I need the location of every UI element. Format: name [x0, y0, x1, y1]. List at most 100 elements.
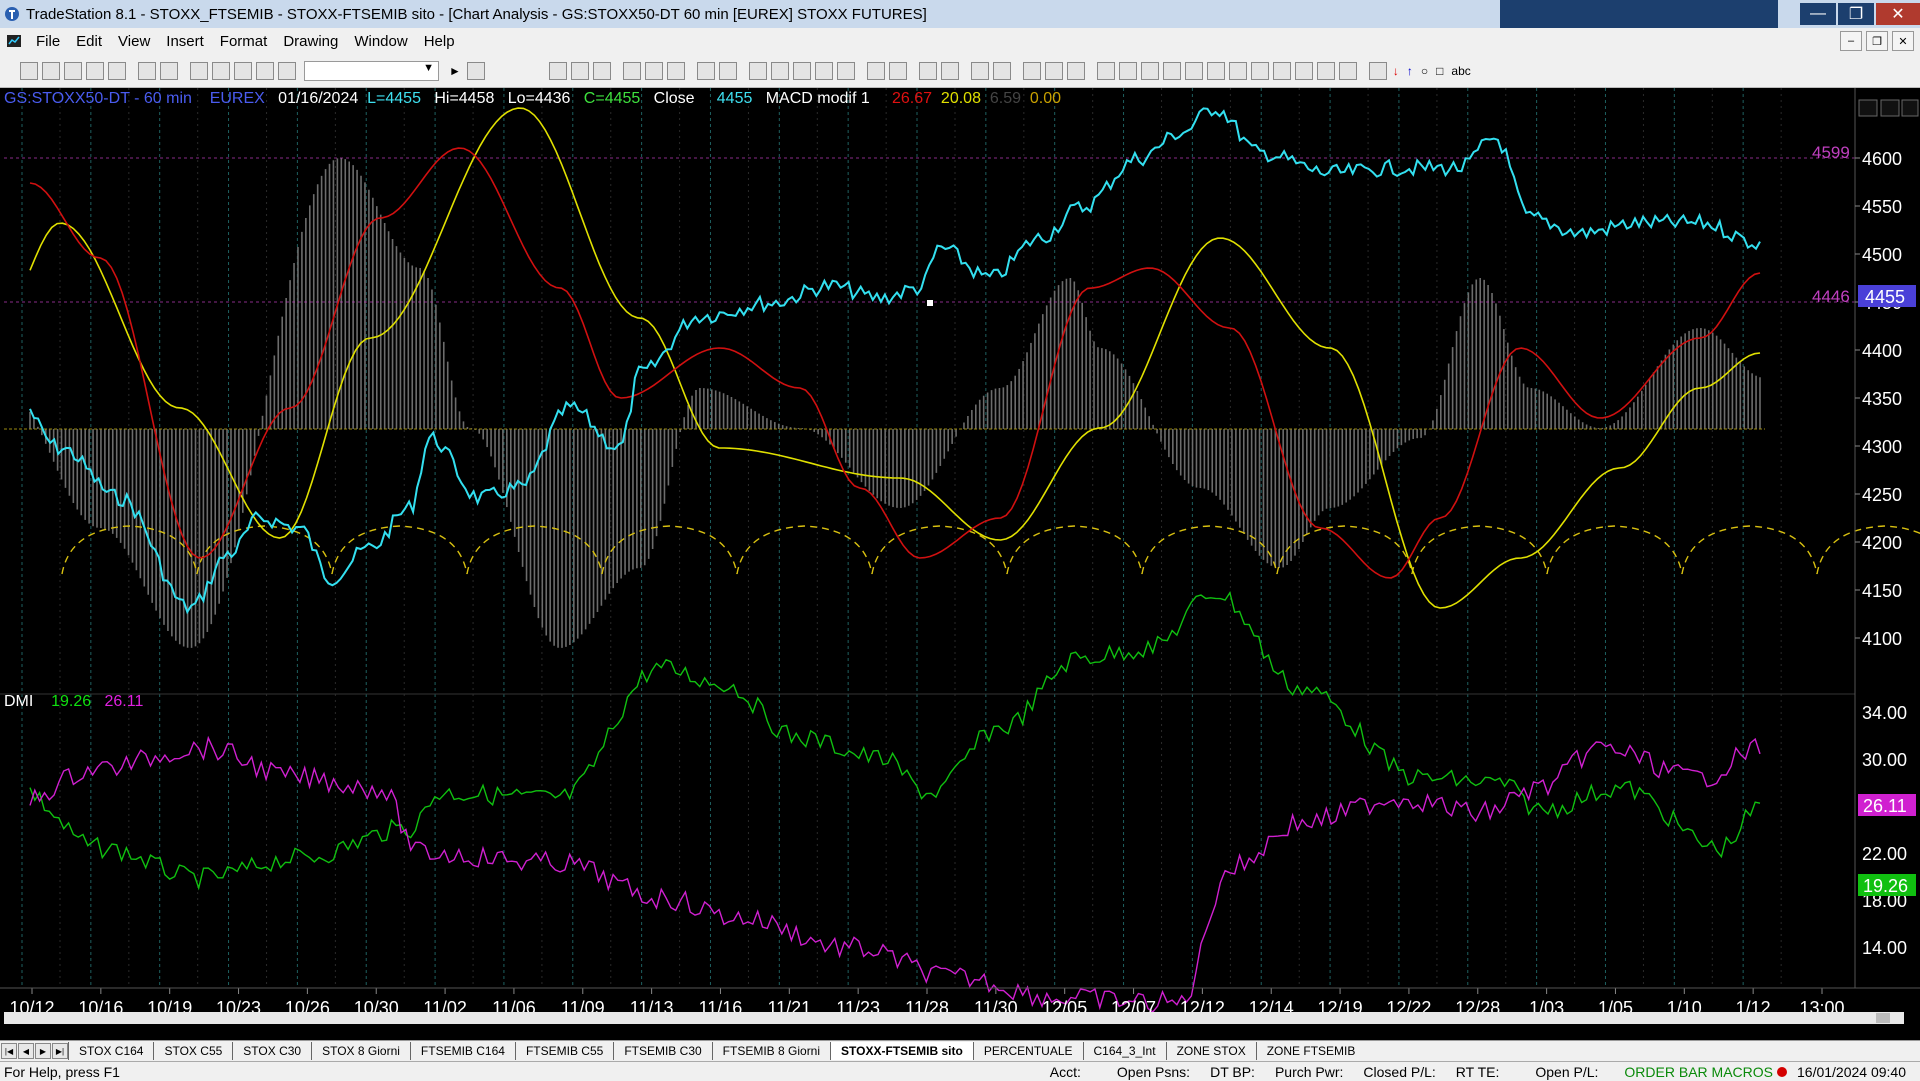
window-icon[interactable] [212, 61, 230, 80]
data-window-icon[interactable] [1066, 61, 1085, 80]
bar-chart-icon[interactable] [792, 61, 811, 80]
refresh-icon[interactable] [666, 61, 685, 80]
fib-fan-icon[interactable] [1184, 61, 1203, 80]
strategy-icon[interactable] [644, 61, 663, 80]
workspace-tab[interactable]: STOX C55 [153, 1042, 232, 1060]
status-rt-te: RT TE: [1455, 1063, 1500, 1080]
workspace-tab[interactable]: STOX C164 [68, 1042, 153, 1060]
arrow-down-icon[interactable]: ↓ [1393, 64, 1399, 78]
workspace-tab[interactable]: PERCENTUALE [972, 1042, 1083, 1060]
scroll-right-icon[interactable] [888, 61, 907, 80]
price-axis-tick: 4200 [1862, 533, 1902, 553]
save-workspace-icon[interactable] [64, 61, 82, 80]
close-button[interactable]: ✕ [1876, 3, 1920, 25]
horizontal-lines-icon[interactable] [1140, 61, 1159, 80]
panel-restore-button[interactable] [1880, 99, 1900, 117]
workspace-tab[interactable]: STOXX-FTSEMIB sito [830, 1042, 973, 1060]
scrollbar-thumb[interactable] [1876, 1013, 1890, 1023]
print-icon[interactable] [138, 61, 156, 80]
gann-icon[interactable] [1228, 61, 1247, 80]
copy-icon[interactable] [86, 61, 104, 80]
andrews-icon[interactable] [1272, 61, 1291, 80]
vertical-lines-icon[interactable] [1118, 61, 1137, 80]
chart-svg[interactable]: 4600455045004450440043504300425042004150… [0, 88, 1920, 1026]
text-tool-icon[interactable]: abc [1451, 64, 1470, 78]
workspace-tab[interactable]: FTSEMIB C164 [409, 1042, 515, 1060]
chart-layout2-icon[interactable] [570, 61, 589, 80]
mdi-minimize-button[interactable]: – [1840, 31, 1862, 51]
speed-lines-icon[interactable] [1250, 61, 1269, 80]
workspace-tab[interactable]: C164_3_Int [1082, 1042, 1166, 1060]
chart-area[interactable]: 4600455045004450440043504300425042004150… [0, 88, 1920, 1026]
tab-first-icon[interactable]: |◀ [1, 1043, 17, 1059]
menu-view[interactable]: View [110, 33, 158, 50]
channel-icon[interactable] [1162, 61, 1181, 80]
brush-icon[interactable] [256, 61, 274, 80]
ellipse-icon[interactable]: ○ [1421, 64, 1428, 78]
alerts-icon[interactable] [1044, 61, 1063, 80]
arrow-right-icon[interactable]: ► [449, 64, 461, 78]
maximize-button[interactable]: ❐ [1838, 3, 1874, 25]
format-icon[interactable] [696, 61, 715, 80]
paste-icon[interactable] [108, 61, 126, 80]
mdi-restore-button[interactable]: ❐ [1866, 31, 1888, 51]
scroll-left-icon[interactable] [866, 61, 885, 80]
open-icon[interactable] [42, 61, 60, 80]
zoom-out-icon[interactable] [940, 61, 959, 80]
status-macros[interactable]: ORDER BAR MACROS [1618, 1064, 1773, 1080]
workspace-tab[interactable]: FTSEMIB C30 [613, 1042, 711, 1060]
horizontal-scrollbar[interactable] [4, 1012, 1904, 1024]
workspace-tab[interactable]: ZONE STOX [1165, 1042, 1256, 1060]
workspace-tab[interactable]: FTSEMIB 8 Giorni [711, 1042, 830, 1060]
panel-close-button[interactable] [1901, 99, 1919, 117]
palette-icon[interactable] [278, 61, 296, 80]
mdi-close-button[interactable]: ✕ [1892, 31, 1914, 51]
chart-window-icon[interactable] [6, 33, 22, 49]
trendline-icon[interactable] [1096, 61, 1115, 80]
menu-window[interactable]: Window [346, 33, 415, 50]
panel-minimize-button[interactable] [1858, 99, 1878, 117]
minimize-button[interactable]: — [1800, 3, 1836, 25]
rectangle-icon[interactable]: □ [1436, 64, 1443, 78]
tab-last-icon[interactable]: ▶| [52, 1043, 68, 1059]
indicator-icon[interactable] [622, 61, 641, 80]
symbol-combo[interactable]: ▼ [304, 60, 439, 81]
menu-insert[interactable]: Insert [158, 33, 212, 50]
arrow-up-icon[interactable]: ↑ [1407, 64, 1413, 78]
menu-file[interactable]: File [28, 33, 68, 50]
candle-icon[interactable] [814, 61, 833, 80]
scan-icon[interactable] [748, 61, 767, 80]
layout-icon[interactable] [190, 61, 208, 80]
tools-icon[interactable] [1022, 61, 1041, 80]
status-open-psns: Open Psns: [1116, 1063, 1191, 1080]
arc-icon[interactable] [1316, 61, 1335, 80]
lock-icon[interactable] [234, 61, 252, 80]
menu-format[interactable]: Format [212, 33, 276, 50]
workspace-tab[interactable]: ZONE FTSEMIB [1255, 1042, 1366, 1060]
order-icon[interactable] [992, 61, 1011, 80]
curve-icon[interactable] [1368, 61, 1387, 80]
scan2-icon[interactable] [770, 61, 789, 80]
new-icon[interactable] [20, 61, 38, 80]
workspace-tabs: |◀ ◀ ▶ ▶| STOX C164 STOX C55 STOX C30 STOX … [0, 1040, 1920, 1061]
menu-edit[interactable]: Edit [68, 33, 110, 50]
format2-icon[interactable] [718, 61, 737, 80]
workspace-tab[interactable]: FTSEMIB C55 [514, 1042, 613, 1060]
dmi-minus-tag-value: 26.11 [1863, 796, 1907, 816]
print-preview-icon[interactable] [160, 61, 178, 80]
fib-time-icon[interactable] [1206, 61, 1225, 80]
find-icon[interactable] [466, 61, 485, 80]
workspace-tab[interactable]: STOX C30 [232, 1042, 311, 1060]
menu-help[interactable]: Help [416, 33, 463, 50]
pointer-icon[interactable] [970, 61, 989, 80]
pen-icon[interactable] [1338, 61, 1357, 80]
chart-layout3-icon[interactable] [592, 61, 611, 80]
workspace-tab[interactable]: STOX 8 Giorni [311, 1042, 410, 1060]
menu-drawing[interactable]: Drawing [275, 33, 346, 50]
tab-next-icon[interactable]: ▶ [35, 1043, 51, 1059]
chart-layout-icon[interactable] [548, 61, 567, 80]
ohlc-icon[interactable] [836, 61, 855, 80]
parallel-icon[interactable] [1294, 61, 1313, 80]
zoom-in-icon[interactable] [918, 61, 937, 80]
tab-prev-icon[interactable]: ◀ [18, 1043, 34, 1059]
